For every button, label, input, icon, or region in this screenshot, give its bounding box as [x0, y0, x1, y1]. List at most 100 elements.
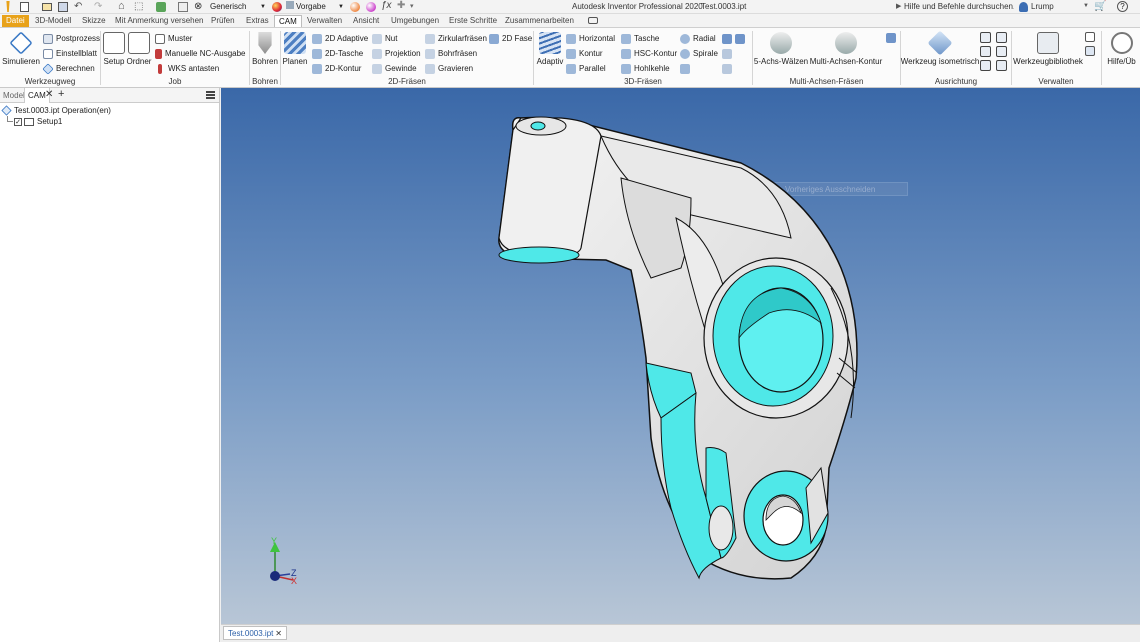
tab-cam[interactable]: CAM: [274, 15, 302, 27]
templates-icon[interactable]: [1085, 32, 1095, 42]
panel-menu-icon[interactable]: [206, 91, 215, 99]
nut-button[interactable]: Nut: [372, 32, 424, 45]
fx-icon[interactable]: ƒx: [381, 0, 392, 11]
2d-adaptive-button[interactable]: 2D Adaptive: [312, 32, 372, 45]
horizontal-button[interactable]: Horizontal: [566, 32, 620, 45]
appearance-dropdown[interactable]: Vorgabe ▼: [286, 1, 346, 13]
wks-antasten-button[interactable]: WKS antasten: [155, 62, 250, 75]
customize-icon[interactable]: ▾: [410, 2, 414, 10]
redo-icon[interactable]: ↷: [94, 1, 102, 12]
hilfe-button[interactable]: Hilfe/Üb: [1103, 32, 1140, 66]
checkbox-icon[interactable]: ✓: [14, 117, 22, 126]
einstellblatt-button[interactable]: Einstellblatt: [43, 47, 98, 60]
bohrfraesen-button[interactable]: Bohrfräsen: [425, 47, 489, 60]
planen-button[interactable]: Planen: [282, 32, 308, 66]
morphed-spiral-button[interactable]: [680, 62, 724, 75]
new-file-icon[interactable]: [20, 2, 29, 12]
open-file-icon[interactable]: [42, 3, 52, 11]
tasche-button[interactable]: Tasche: [621, 32, 679, 45]
part-model[interactable]: [221, 88, 1140, 624]
projektion-button[interactable]: Projektion: [372, 47, 424, 60]
tree-root[interactable]: Test.0003.ipt Operation(en): [1, 105, 111, 116]
werkzeugbibliothek-button[interactable]: Werkzeugbibliothek: [1013, 32, 1083, 66]
inventor-logo-icon[interactable]: [6, 1, 10, 12]
postprozess-button[interactable]: Postprozess: [43, 32, 100, 45]
zirkularfraesen-button[interactable]: Zirkularfräsen: [425, 32, 489, 45]
hsc-kontur-button[interactable]: HSC-Kontur: [621, 47, 679, 60]
group-label-job: Job: [168, 77, 182, 86]
return-icon[interactable]: [156, 2, 166, 12]
kontur-button[interactable]: Kontur: [566, 47, 620, 60]
hohlkehle-button[interactable]: Hohlkehle: [621, 62, 679, 75]
update-icon[interactable]: [178, 2, 188, 12]
5-achs-waelzen-button[interactable]: 5-Achs-Wälzen: [754, 32, 808, 66]
select-icon[interactable]: ⬚: [134, 1, 143, 12]
ordner-button[interactable]: Ordner: [127, 32, 151, 66]
flow-button[interactable]: [722, 32, 750, 45]
tab-umgebungen[interactable]: Umgebungen: [387, 15, 443, 27]
setup-button[interactable]: Setup: [103, 32, 125, 66]
add-tab-icon[interactable]: +: [58, 88, 64, 100]
spirale-button[interactable]: Spirale: [680, 47, 724, 60]
tab-datei[interactable]: Datei: [2, 15, 29, 27]
tab-extras[interactable]: Extras: [242, 15, 273, 27]
graphics-viewport[interactable]: Vorheriges Ausschneiden Y Z X: [221, 88, 1140, 624]
user-name[interactable]: Lrump: [1031, 2, 1054, 11]
document-tab[interactable]: Test.0003.ipt ✕: [223, 626, 287, 640]
close-document-icon[interactable]: ✕: [275, 627, 282, 641]
tab-skizze[interactable]: Skizze: [78, 15, 110, 27]
plus-icon[interactable]: ✚: [397, 0, 405, 11]
simulieren-button[interactable]: Simulieren: [2, 31, 40, 66]
view-top-icon[interactable]: [980, 32, 991, 43]
postprocess-icon: [43, 33, 53, 44]
multi-axis-more-icon[interactable]: [886, 33, 896, 43]
undo-icon[interactable]: ↶: [74, 1, 82, 12]
tab-zusammenarbeiten[interactable]: Zusammenarbeiten: [501, 15, 578, 27]
close-tab-icon[interactable]: ✕: [45, 89, 53, 100]
bohren-button[interactable]: Bohren: [251, 32, 279, 66]
view-left-icon[interactable]: [980, 46, 991, 57]
style-dropdown[interactable]: Generisch ▼: [210, 1, 268, 13]
werkzeug-isometrisch-button[interactable]: Werkzeug isometrisch: [901, 30, 979, 66]
spiral-icon: [680, 48, 690, 59]
tab-ansicht[interactable]: Ansicht: [349, 15, 383, 27]
view-bottom-icon[interactable]: [980, 60, 991, 71]
morph-button[interactable]: [722, 62, 750, 75]
ramp-button[interactable]: [722, 47, 750, 60]
tab-verwalten[interactable]: Verwalten: [303, 15, 346, 27]
tab-pruefen[interactable]: Prüfen: [207, 15, 239, 27]
radial-button[interactable]: Radial: [680, 32, 724, 45]
command-search-input[interactable]: Hilfe und Befehle durchsuchen...: [904, 1, 1014, 13]
view-front-icon[interactable]: [996, 32, 1007, 43]
2d-fase-button[interactable]: 2D Fase: [489, 32, 533, 45]
tab-erste-schritte[interactable]: Erste Schritte: [445, 15, 501, 27]
adaptiv-button[interactable]: Adaptiv: [536, 32, 564, 66]
tab-anmerkung[interactable]: Mit Anmerkung versehen: [111, 15, 208, 27]
cart-icon[interactable]: 🛒: [1094, 1, 1106, 12]
user-icon[interactable]: [1019, 2, 1028, 12]
color-sphere-icon: [272, 2, 282, 12]
manuelle-nc-button[interactable]: Manuelle NC-Ausgabe: [155, 47, 250, 60]
tree-item-setup[interactable]: ✓ Setup1: [14, 116, 62, 127]
material-icon[interactable]: [350, 2, 360, 12]
2d-tasche-button[interactable]: 2D-Tasche: [312, 47, 372, 60]
tab-3d-modell[interactable]: 3D-Modell: [31, 15, 75, 27]
cancel-icon[interactable]: ⊗: [194, 1, 202, 12]
berechnen-button[interactable]: Berechnen: [42, 62, 98, 75]
help-icon[interactable]: ?: [1117, 1, 1128, 12]
kontur-label: Kontur: [579, 49, 603, 58]
gravieren-button[interactable]: Gravieren: [425, 62, 489, 75]
view-back-icon[interactable]: [996, 60, 1007, 71]
ribbon-options-icon[interactable]: [588, 17, 598, 24]
parallel-button[interactable]: Parallel: [566, 62, 620, 75]
adjust-icon[interactable]: [366, 2, 376, 12]
2d-kontur-button[interactable]: 2D-Kontur: [312, 62, 372, 75]
post-library-icon[interactable]: [1085, 46, 1095, 56]
view-right-icon[interactable]: [996, 46, 1007, 57]
save-icon[interactable]: [58, 2, 68, 12]
home-icon[interactable]: ⌂: [118, 0, 125, 12]
multi-achsen-kontur-button[interactable]: Multi-Achsen-Kontur: [810, 32, 882, 66]
muster-button[interactable]: Muster: [155, 32, 250, 45]
user-dropdown-icon[interactable]: ▼: [1083, 3, 1089, 9]
gewinde-button[interactable]: Gewinde: [372, 62, 424, 75]
